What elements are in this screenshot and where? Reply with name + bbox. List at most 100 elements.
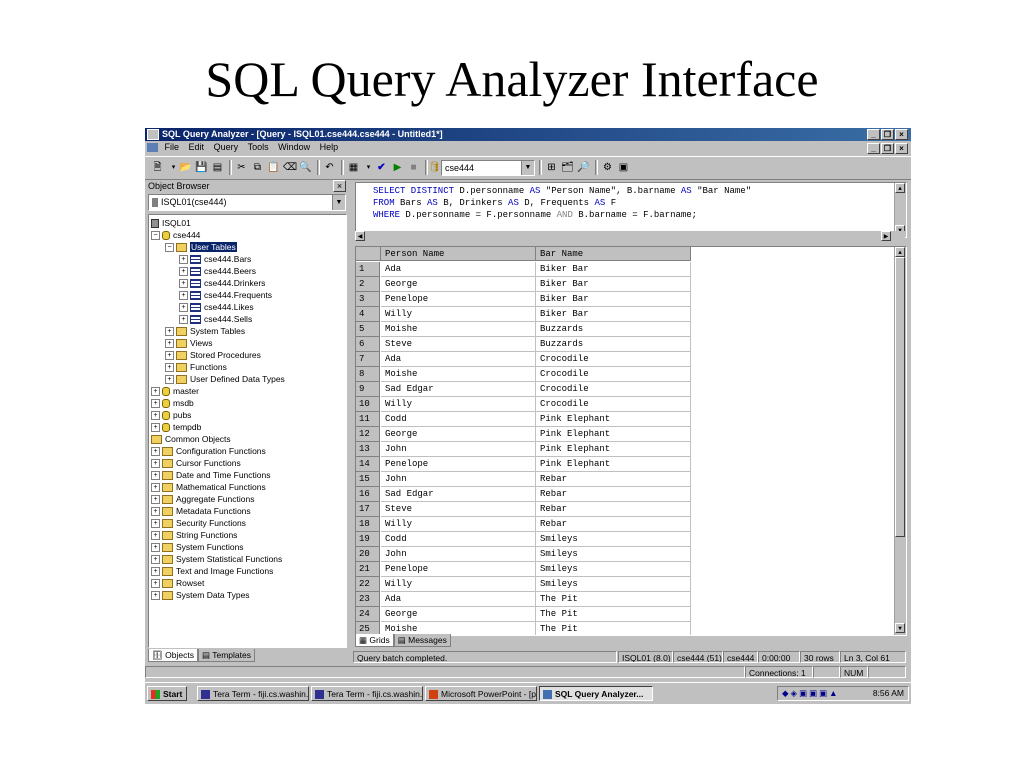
tree-node[interactable]: + User Defined Data Types — [165, 373, 285, 385]
table-row[interactable]: 7 Ada Crocodile — [356, 352, 895, 367]
row-number[interactable]: 1 — [356, 262, 380, 277]
close-button[interactable]: × — [895, 129, 908, 140]
menu-file[interactable]: File — [165, 141, 180, 154]
minimize-button[interactable]: _ — [867, 129, 880, 140]
taskbar-teraterm-2[interactable]: Tera Term - fiji.cs.washin... — [311, 686, 423, 701]
cell-bar-name[interactable]: Crocodile — [536, 397, 691, 412]
cell-person-name[interactable]: John — [381, 547, 536, 562]
scroll-up-icon[interactable]: ▲ — [895, 247, 905, 257]
cell-person-name[interactable]: Ada — [381, 262, 536, 277]
menu-tools[interactable]: Tools — [248, 141, 269, 154]
tree-node[interactable]: + master — [151, 385, 199, 397]
cell-bar-name[interactable]: The Pit — [536, 592, 691, 607]
table-row[interactable]: 19 Codd Smileys — [356, 532, 895, 547]
open-folder-icon[interactable]: 📂 — [179, 161, 192, 174]
properties-icon[interactable]: ⚙ — [601, 161, 614, 174]
tray-icons[interactable]: ◆◈▣▣▣▲ — [782, 687, 840, 700]
cell-bar-name[interactable]: Biker Bar — [536, 277, 691, 292]
execute-icon[interactable]: ▶ — [391, 161, 404, 174]
tree-node[interactable]: + Mathematical Functions — [151, 481, 266, 493]
taskbar-teraterm-1[interactable]: Tera Term - fiji.cs.washin... — [197, 686, 309, 701]
row-number[interactable]: 20 — [356, 547, 380, 562]
tree-node[interactable]: + cse444.Frequents — [179, 289, 272, 301]
table-row[interactable]: 5 Moishe Buzzards — [356, 322, 895, 337]
cell-person-name[interactable]: John — [381, 442, 536, 457]
cell-bar-name[interactable]: The Pit — [536, 622, 691, 635]
tree-node[interactable]: + cse444.Beers — [179, 265, 256, 277]
cell-person-name[interactable]: Codd — [381, 532, 536, 547]
row-number[interactable]: 14 — [356, 457, 380, 472]
cell-bar-name[interactable]: Smileys — [536, 577, 691, 592]
cell-person-name[interactable]: John — [381, 472, 536, 487]
find-icon[interactable]: 🔍 — [299, 161, 312, 174]
row-number[interactable]: 12 — [356, 427, 380, 442]
expand-icon[interactable]: + — [151, 495, 160, 505]
expand-icon[interactable]: + — [151, 555, 160, 565]
table-row[interactable]: 11 Codd Pink Elephant — [356, 412, 895, 427]
menu-help[interactable]: Help — [320, 141, 339, 154]
cell-person-name[interactable]: George — [381, 277, 536, 292]
row-number[interactable]: 21 — [356, 562, 380, 577]
row-number[interactable]: 3 — [356, 292, 380, 307]
tab-grids[interactable]: ▦ Grids — [355, 634, 394, 647]
tree-node[interactable]: + Text and Image Functions — [151, 565, 273, 577]
cell-bar-name[interactable]: Crocodile — [536, 367, 691, 382]
cell-person-name[interactable]: Moishe — [381, 322, 536, 337]
expand-icon[interactable]: + — [151, 543, 160, 553]
tree-node[interactable]: + pubs — [151, 409, 191, 421]
expand-icon[interactable]: + — [179, 291, 188, 301]
cell-person-name[interactable]: Codd — [381, 412, 536, 427]
table-row[interactable]: 12 George Pink Elephant — [356, 427, 895, 442]
expand-icon[interactable]: + — [165, 363, 174, 373]
cell-bar-name[interactable]: Biker Bar — [536, 292, 691, 307]
save-icon[interactable]: 💾 — [195, 161, 208, 174]
tree-node[interactable]: + Rowset — [151, 577, 204, 589]
table-row[interactable]: 15 John Rebar — [356, 472, 895, 487]
start-button[interactable]: Start — [147, 686, 187, 701]
new-query-icon[interactable]: 🗎 — [151, 161, 164, 174]
show-results-pane-icon[interactable]: ▣ — [617, 161, 630, 174]
cell-person-name[interactable]: Sad Edgar — [381, 382, 536, 397]
row-number[interactable]: 5 — [356, 322, 380, 337]
insert-template-icon[interactable]: ▤ — [211, 161, 224, 174]
expand-icon[interactable]: + — [165, 375, 174, 385]
results-grid[interactable]: Person Name Bar Name ▲ ▼ 1 Ada Biker Bar 2 G… — [355, 246, 907, 636]
row-number[interactable]: 13 — [356, 442, 380, 457]
cell-bar-name[interactable]: Smileys — [536, 547, 691, 562]
table-row[interactable]: 16 Sad Edgar Rebar — [356, 487, 895, 502]
tree-node[interactable]: + Stored Procedures — [165, 349, 261, 361]
close-icon[interactable]: × — [333, 180, 346, 192]
row-number[interactable]: 16 — [356, 487, 380, 502]
cell-person-name[interactable]: Sad Edgar — [381, 487, 536, 502]
database-select[interactable]: cse444 ▼ — [441, 160, 535, 176]
cell-bar-name[interactable]: Pink Elephant — [536, 442, 691, 457]
cell-person-name[interactable]: Willy — [381, 517, 536, 532]
maximize-button[interactable]: ❐ — [881, 129, 894, 140]
tree-node[interactable]: + Metadata Functions — [151, 505, 251, 517]
expand-icon[interactable]: + — [151, 447, 160, 457]
cell-person-name[interactable]: Willy — [381, 307, 536, 322]
row-number[interactable]: 23 — [356, 592, 380, 607]
cell-person-name[interactable]: Ada — [381, 592, 536, 607]
tree-node[interactable]: + Security Functions — [151, 517, 246, 529]
column-header-person-name[interactable]: Person Name — [381, 247, 536, 261]
collapse-icon[interactable]: − — [165, 243, 174, 253]
cell-bar-name[interactable]: The Pit — [536, 607, 691, 622]
expand-icon[interactable]: + — [151, 423, 160, 433]
row-number[interactable]: 4 — [356, 307, 380, 322]
cell-person-name[interactable]: Penelope — [381, 457, 536, 472]
server-select[interactable]: ISQL01(cse444) ▼ — [148, 194, 346, 211]
copy-icon[interactable]: ⧉ — [251, 161, 264, 174]
tree-node[interactable]: + cse444.Likes — [179, 301, 254, 313]
table-row[interactable]: 2 George Biker Bar — [356, 277, 895, 292]
cell-bar-name[interactable]: Rebar — [536, 487, 691, 502]
results-mode-icon[interactable]: ▦ — [347, 161, 360, 174]
table-row[interactable]: 8 Moishe Crocodile — [356, 367, 895, 382]
row-number[interactable]: 17 — [356, 502, 380, 517]
row-number[interactable]: 6 — [356, 337, 380, 352]
expand-icon[interactable]: + — [151, 459, 160, 469]
cell-bar-name[interactable]: Pink Elephant — [536, 457, 691, 472]
expand-icon[interactable]: + — [165, 327, 174, 337]
expand-icon[interactable]: + — [151, 519, 160, 529]
cell-bar-name[interactable]: Biker Bar — [536, 307, 691, 322]
